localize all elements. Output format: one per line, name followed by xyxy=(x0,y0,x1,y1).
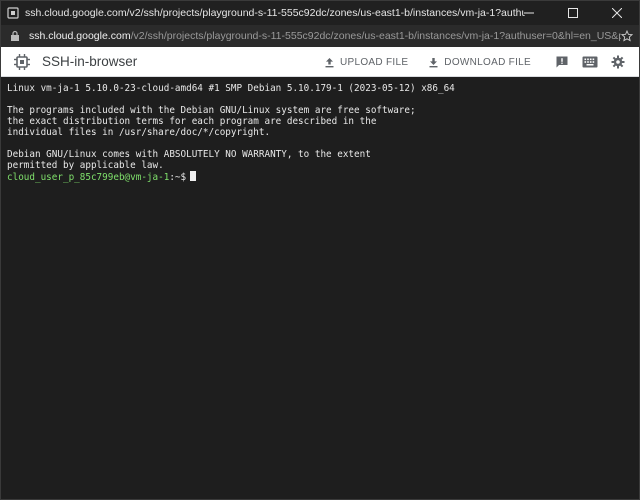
keyboard-icon xyxy=(582,56,598,68)
bookmark-star-icon[interactable] xyxy=(620,29,634,42)
feedback-icon xyxy=(556,56,568,68)
terminal-line: individual files in /usr/share/doc/*/cop… xyxy=(7,127,271,138)
prompt-user: cloud_user_p_85c799eb@vm-ja-1 xyxy=(7,172,170,183)
terminal-prompt-line[interactable]: cloud_user_p_85c799eb@vm-ja-1:~$ xyxy=(7,171,633,183)
upload-file-button[interactable]: UPLOAD FILE xyxy=(324,57,408,68)
title-bar: ssh.cloud.google.com/v2/ssh/projects/pla… xyxy=(1,1,639,25)
app-title: SSH-in-browser xyxy=(42,54,138,69)
prompt-suffix: :~$ xyxy=(169,172,187,183)
window-title: ssh.cloud.google.com/v2/ssh/projects/pla… xyxy=(25,7,525,19)
address-bar[interactable]: ssh.cloud.google.com/v2/ssh/projects/pla… xyxy=(1,25,639,47)
app-header: SSH-in-browser UPLOAD FILE DOWNLOAD FILE xyxy=(1,47,639,77)
close-button[interactable] xyxy=(595,1,639,25)
window-controls xyxy=(507,1,639,25)
settings-button[interactable] xyxy=(607,51,629,73)
terminal-cursor xyxy=(190,171,197,181)
download-icon xyxy=(429,57,438,67)
minimize-button[interactable] xyxy=(507,1,551,25)
download-file-button[interactable]: DOWNLOAD FILE xyxy=(428,57,531,68)
site-icon xyxy=(7,7,19,19)
maximize-button[interactable] xyxy=(551,1,595,25)
download-file-label: DOWNLOAD FILE xyxy=(444,56,531,68)
upload-icon xyxy=(325,57,334,67)
app-actions: UPLOAD FILE DOWNLOAD FILE xyxy=(324,47,639,77)
minimize-icon xyxy=(524,12,534,14)
ssh-chip-icon xyxy=(12,52,32,72)
lock-icon xyxy=(9,30,21,42)
terminal-line: permitted by applicable law. xyxy=(7,160,164,171)
terminal-line: Linux vm-ja-1 5.10.0-23-cloud-amd64 #1 S… xyxy=(7,83,455,94)
keyboard-button[interactable] xyxy=(579,51,601,73)
close-icon xyxy=(612,8,622,18)
url-text[interactable]: ssh.cloud.google.com/v2/ssh/projects/pla… xyxy=(29,30,621,42)
upload-file-label: UPLOAD FILE xyxy=(339,56,409,68)
url-path: /v2/ssh/projects/playground-s-11-555c92d… xyxy=(130,30,621,42)
gear-icon xyxy=(611,55,625,69)
url-host: ssh.cloud.google.com xyxy=(29,30,131,42)
terminal-line: The programs included with the Debian GN… xyxy=(7,105,416,116)
browser-window: ssh.cloud.google.com/v2/ssh/projects/pla… xyxy=(0,0,640,500)
maximize-icon xyxy=(568,8,578,18)
feedback-button[interactable] xyxy=(551,51,573,73)
terminal[interactable]: Linux vm-ja-1 5.10.0-23-cloud-amd64 #1 S… xyxy=(1,77,639,499)
terminal-line: the exact distribution terms for each pr… xyxy=(7,116,377,127)
terminal-line: Debian GNU/Linux comes with ABSOLUTELY N… xyxy=(7,149,371,160)
